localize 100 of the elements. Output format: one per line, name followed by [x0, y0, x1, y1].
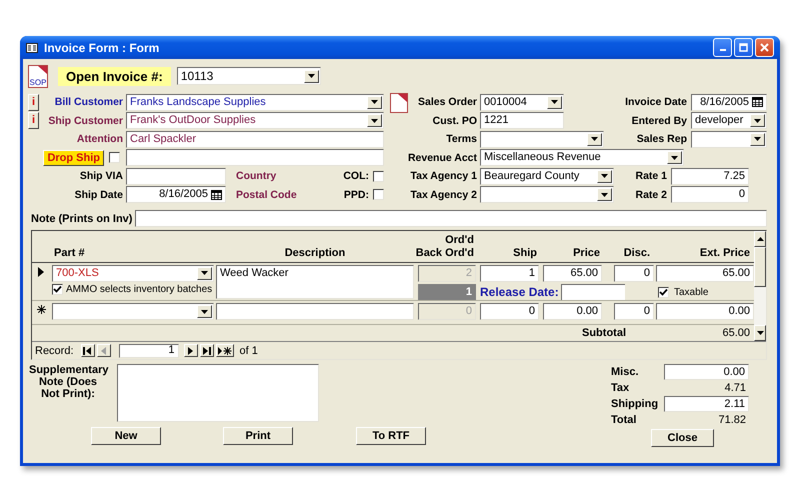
- scroll-up-button[interactable]: [754, 231, 766, 247]
- text-field[interactable]: [135, 210, 767, 227]
- text-field[interactable]: 0: [480, 303, 539, 320]
- checkbox[interactable]: [373, 189, 384, 200]
- document-icon[interactable]: [390, 93, 408, 113]
- record-number-field[interactable]: 1: [118, 344, 179, 358]
- total-label: Tax: [611, 382, 630, 394]
- dropdown-button[interactable]: [750, 114, 765, 128]
- checkbox[interactable]: [52, 284, 63, 295]
- window-title: Invoice Form : Form: [44, 40, 160, 54]
- text-field[interactable]: 0.00: [664, 364, 749, 380]
- field-label: PPD:: [344, 188, 369, 201]
- dropdown-button[interactable]: [667, 151, 682, 164]
- date-field[interactable]: 8/16/2005: [691, 94, 767, 111]
- close-icon: [760, 43, 769, 52]
- dropdown-field[interactable]: Franks Landscape Supplies: [126, 94, 384, 111]
- dropdown-field[interactable]: developer: [691, 112, 767, 130]
- field-label: Postal Code: [236, 188, 297, 201]
- dropdown-field[interactable]: 0010004: [480, 94, 564, 111]
- checkbox[interactable]: [109, 152, 120, 164]
- field-label: Terms: [445, 133, 478, 146]
- action-button[interactable]: Print: [223, 427, 293, 445]
- checkbox-label: Taxable: [674, 286, 708, 298]
- action-button[interactable]: Close: [651, 429, 714, 447]
- text-field[interactable]: 0: [671, 186, 749, 204]
- text-field[interactable]: 7.25: [671, 168, 749, 185]
- date-field[interactable]: 8/16/2005: [126, 186, 226, 204]
- dropdown-button[interactable]: [547, 96, 562, 109]
- dropdown-button[interactable]: [197, 305, 212, 318]
- column-header: Ord'd: [445, 234, 474, 247]
- document-icon[interactable]: SOP: [28, 64, 48, 88]
- checkbox-label: AMMO selects inventory batches: [66, 284, 212, 295]
- dropdown-field[interactable]: [480, 186, 614, 204]
- minimize-button[interactable]: [713, 38, 732, 57]
- next-record-button[interactable]: [184, 344, 198, 357]
- scroll-thumb[interactable]: [754, 247, 766, 287]
- scroll-down-button[interactable]: [754, 325, 766, 341]
- caret-icon: [371, 100, 378, 104]
- action-button[interactable]: To RTF: [356, 427, 426, 445]
- previous-record-button[interactable]: [96, 344, 111, 357]
- dropdown-button[interactable]: [197, 266, 212, 280]
- dropdown-field[interactable]: [691, 130, 767, 148]
- total-label: Shipping: [611, 398, 660, 410]
- last-record-button[interactable]: [200, 344, 214, 357]
- maximize-button[interactable]: [734, 38, 753, 57]
- dropdown-field[interactable]: 10113: [176, 67, 321, 85]
- text-field[interactable]: 65.00: [656, 264, 754, 282]
- dropdown-button[interactable]: [304, 70, 319, 82]
- dropdown-field[interactable]: Miscellaneous Revenue: [480, 149, 684, 166]
- first-record-button[interactable]: [80, 344, 95, 357]
- dropdown-button[interactable]: [597, 170, 612, 183]
- dropdown-field[interactable]: Beauregard County: [480, 168, 614, 185]
- up-arrow-icon: [756, 237, 764, 241]
- text-field[interactable]: [216, 303, 414, 320]
- total-value: 71.82: [717, 414, 746, 426]
- dropdown-field[interactable]: [52, 303, 214, 320]
- dropdown-button[interactable]: [597, 188, 612, 202]
- close-button[interactable]: [755, 38, 774, 57]
- text-field[interactable]: 2.11: [664, 396, 749, 412]
- dropdown-button[interactable]: [587, 132, 602, 146]
- text-field[interactable]: Carl Spackler: [126, 130, 384, 148]
- dropdown-button[interactable]: [367, 114, 382, 128]
- drop-ship-button[interactable]: Drop Ship: [43, 150, 104, 166]
- vertical-scrollbar[interactable]: [754, 231, 766, 341]
- dropdown-field[interactable]: Frank's OutDoor Supplies: [126, 112, 384, 130]
- field-label: Invoice Date: [625, 96, 687, 108]
- text-field[interactable]: [126, 149, 384, 166]
- text-field[interactable]: 0: [614, 264, 654, 282]
- dropdown-button[interactable]: [750, 132, 765, 146]
- text-field[interactable]: [126, 168, 226, 185]
- text-field[interactable]: 65.00: [543, 264, 602, 282]
- text-field[interactable]: 0.00: [543, 303, 602, 320]
- dropdown-field[interactable]: 700-XLS: [52, 264, 214, 282]
- open-invoice-label: Open Invoice #:: [58, 66, 171, 86]
- text-field[interactable]: [560, 284, 625, 300]
- total-label: Misc.: [611, 366, 640, 378]
- caret-icon: [601, 174, 608, 178]
- info-button[interactable]: i: [28, 112, 39, 130]
- record-count: of 1: [240, 344, 258, 356]
- action-button[interactable]: New: [91, 427, 161, 445]
- field-label: COL:: [343, 170, 369, 182]
- dropdown-field[interactable]: [480, 130, 604, 148]
- next-record-icon: [186, 346, 196, 354]
- column-header: Ship: [513, 246, 537, 260]
- text-field[interactable]: 0: [614, 303, 654, 320]
- text-field[interactable]: Weed Wacker: [216, 264, 414, 299]
- field-label: Release Date:: [480, 285, 559, 300]
- dropdown-button[interactable]: [367, 96, 382, 109]
- field-label: Supplementary Note (Does Not Print):: [29, 364, 107, 400]
- info-button[interactable]: i: [28, 94, 39, 111]
- checkbox[interactable]: [373, 170, 384, 182]
- text-field[interactable]: 1: [480, 264, 539, 282]
- caret-icon: [371, 118, 378, 123]
- checkbox[interactable]: [658, 286, 669, 298]
- new-record-button[interactable]: [216, 344, 234, 357]
- caret-icon: [201, 310, 208, 314]
- text-field[interactable]: 0.00: [656, 303, 754, 320]
- field-label: Bill Customer: [54, 96, 124, 108]
- text-field[interactable]: 1221: [480, 112, 564, 130]
- text-area[interactable]: [117, 364, 319, 422]
